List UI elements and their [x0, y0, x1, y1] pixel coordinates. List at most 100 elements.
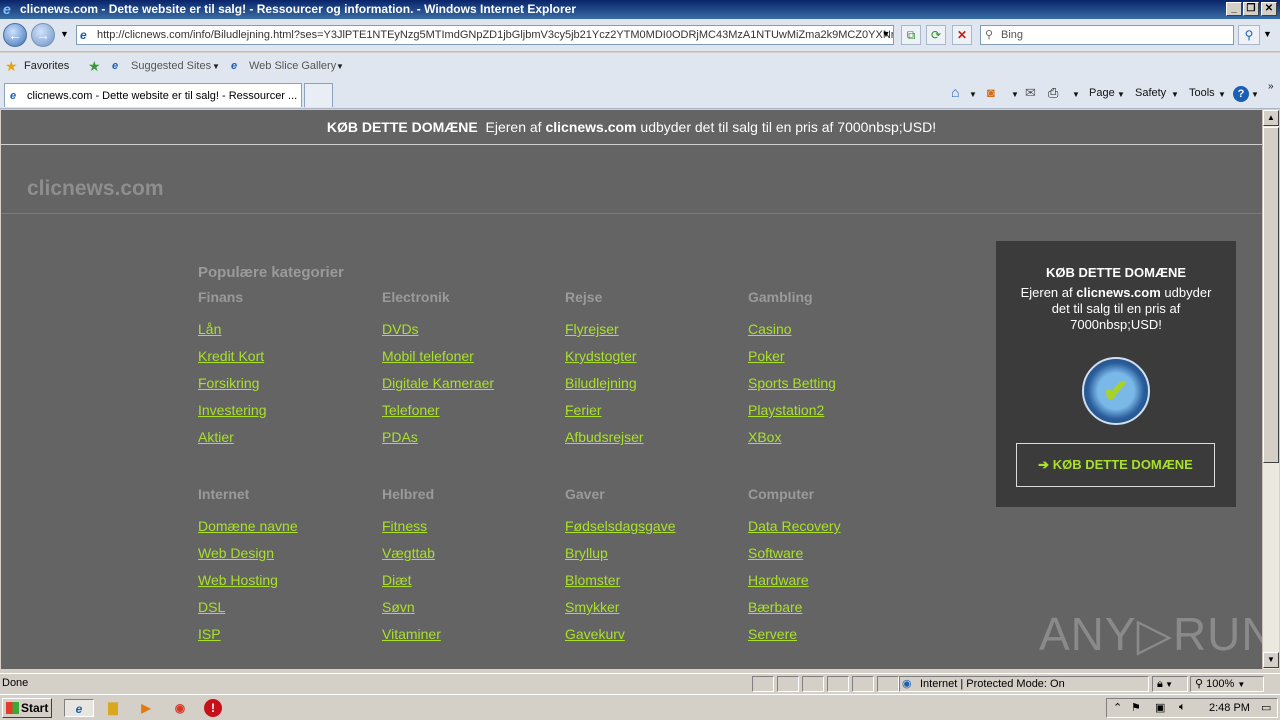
category-link[interactable]: Bærbare: [748, 599, 802, 615]
safety-menu[interactable]: Safety: [1135, 87, 1166, 99]
category-link[interactable]: Data Recovery: [748, 518, 841, 534]
search-button[interactable]: ⚲: [1238, 25, 1260, 45]
print-dropdown-icon[interactable]: ▼: [1072, 90, 1080, 99]
category-link[interactable]: Bryllup: [565, 545, 608, 561]
suggested-dropdown-icon[interactable]: ▼: [212, 62, 220, 71]
protected-mode-button[interactable]: 🔒︎ ▼: [1152, 676, 1188, 692]
web-slice-gallery-link[interactable]: Web Slice Gallery: [249, 60, 336, 72]
category-link[interactable]: Kredit Kort: [198, 348, 264, 364]
scroll-thumb[interactable]: [1263, 127, 1279, 463]
category-link[interactable]: Vægttab: [382, 545, 435, 561]
buy-domain-box: KØB DETTE DOMÆNE Ejeren af clicnews.com …: [996, 241, 1236, 507]
category-link[interactable]: Servere: [748, 626, 797, 642]
tray-expand-icon[interactable]: ⌃: [1113, 701, 1122, 714]
category-link[interactable]: Digitale Kameraer: [382, 375, 494, 391]
category-link[interactable]: Søvn: [382, 599, 415, 615]
category-link[interactable]: Vitaminer: [382, 626, 441, 642]
category-link[interactable]: Blomster: [565, 572, 620, 588]
buybox-title: KØB DETTE DOMÆNE: [1045, 265, 1187, 280]
history-dropdown-icon[interactable]: ▼: [60, 29, 69, 39]
category-link[interactable]: Flyrejser: [565, 321, 619, 337]
category-link[interactable]: Afbudsrejser: [565, 429, 644, 445]
category-link[interactable]: Aktier: [198, 429, 234, 445]
feeds-icon[interactable]: ◙: [987, 85, 995, 100]
category-link[interactable]: Lån: [198, 321, 221, 337]
help-dropdown-icon[interactable]: ▼: [1251, 90, 1259, 99]
category-link[interactable]: Sports Betting: [748, 375, 836, 391]
search-options-icon[interactable]: ▼: [1263, 29, 1272, 39]
address-input[interactable]: e http://clicnews.com/info/Biludlejning.…: [76, 25, 894, 45]
category-link[interactable]: Software: [748, 545, 803, 561]
stop-icon[interactable]: ✕: [952, 25, 972, 45]
suggested-sites-link[interactable]: Suggested Sites: [131, 60, 211, 72]
category-link[interactable]: Biludlejning: [565, 375, 637, 391]
category-link[interactable]: Domæne navne: [198, 518, 298, 534]
tab-clicnews[interactable]: e clicnews.com - Dette website er til sa…: [4, 83, 302, 107]
back-arrow-icon[interactable]: ←: [3, 23, 27, 47]
category-link[interactable]: PDAs: [382, 429, 418, 445]
category-link[interactable]: Web Design: [198, 545, 274, 561]
category-link[interactable]: Smykker: [565, 599, 619, 615]
category-link[interactable]: Ferier: [565, 402, 602, 418]
tools-menu[interactable]: Tools: [1189, 87, 1215, 99]
refresh-icon[interactable]: ⟳: [926, 25, 946, 45]
category-link[interactable]: Poker: [748, 348, 785, 364]
new-tab-button[interactable]: [304, 83, 333, 107]
category-link[interactable]: Fødselsdagsgave: [565, 518, 676, 534]
security-zone[interactable]: ◉ Internet | Protected Mode: On: [899, 676, 1149, 692]
search-input[interactable]: ⚲ Bing: [980, 25, 1234, 45]
read-mail-icon[interactable]: ✉: [1025, 85, 1036, 101]
help-icon[interactable]: ?: [1233, 86, 1249, 102]
category-link[interactable]: Diæt: [382, 572, 412, 588]
clock[interactable]: 2:48 PM: [1209, 702, 1250, 714]
compatibility-view-icon[interactable]: ⧉: [901, 25, 921, 45]
ie-taskbar-icon[interactable]: e: [64, 699, 94, 717]
explorer-folder-icon[interactable]: ▇: [104, 699, 122, 717]
network-icon[interactable]: ▣: [1155, 701, 1165, 714]
home-icon[interactable]: ⌂: [951, 84, 959, 100]
stop-app-icon[interactable]: !: [204, 699, 222, 717]
favorites-button[interactable]: Favorites: [24, 60, 69, 72]
category-link[interactable]: Mobil telefoner: [382, 348, 474, 364]
scroll-up-arrow-icon[interactable]: ▲: [1263, 110, 1279, 126]
zoom-control[interactable]: ⚲ 100% ▼: [1190, 676, 1264, 692]
category-link[interactable]: Investering: [198, 402, 266, 418]
category-link[interactable]: XBox: [748, 429, 781, 445]
vertical-scrollbar[interactable]: ▲ ▼: [1262, 110, 1279, 669]
scroll-down-arrow-icon[interactable]: ▼: [1263, 652, 1279, 668]
maximize-button[interactable]: ❐: [1243, 2, 1259, 16]
home-dropdown-icon[interactable]: ▼: [969, 90, 977, 99]
feeds-dropdown-icon[interactable]: ▼: [1011, 90, 1019, 99]
print-icon[interactable]: ⎙: [1048, 85, 1058, 101]
category-link[interactable]: Web Hosting: [198, 572, 278, 588]
category-link[interactable]: Casino: [748, 321, 792, 337]
web-slice-dropdown-icon[interactable]: ▼: [336, 62, 344, 71]
category-link[interactable]: DVDs: [382, 321, 419, 337]
volume-icon[interactable]: 🔈︎: [1179, 701, 1186, 714]
category-link[interactable]: Telefoner: [382, 402, 440, 418]
page-menu[interactable]: Page: [1089, 87, 1115, 99]
security-zone-text: Internet | Protected Mode: On: [920, 678, 1065, 690]
buy-domain-button[interactable]: ➔ KØB DETTE DOMÆNE: [1016, 443, 1215, 487]
site-name[interactable]: clicnews.com: [27, 177, 164, 201]
media-player-icon[interactable]: ▶: [137, 699, 155, 717]
chevron-more-icon[interactable]: »: [1268, 81, 1274, 92]
address-dropdown-icon[interactable]: ▼: [878, 25, 894, 45]
forward-arrow-icon[interactable]: →: [31, 23, 55, 47]
status-panel: [852, 676, 874, 692]
start-button[interactable]: Start: [2, 698, 52, 718]
chrome-icon[interactable]: ◉: [171, 699, 189, 717]
category-link[interactable]: Forsikring: [198, 375, 259, 391]
category-link[interactable]: ISP: [198, 626, 221, 642]
category-link[interactable]: Playstation2: [748, 402, 824, 418]
category-link[interactable]: Fitness: [382, 518, 427, 534]
show-desktop-icon[interactable]: ▭: [1261, 701, 1271, 714]
category-link[interactable]: Krydstogter: [565, 348, 637, 364]
minimize-button[interactable]: _: [1226, 2, 1242, 16]
close-button[interactable]: ✕: [1261, 2, 1277, 16]
category-link[interactable]: Gavekurv: [565, 626, 625, 642]
category-link[interactable]: DSL: [198, 599, 225, 615]
flag-icon[interactable]: ⚑: [1131, 701, 1141, 714]
category-link[interactable]: Hardware: [748, 572, 809, 588]
add-favorites-icon[interactable]: ★: [88, 58, 101, 75]
